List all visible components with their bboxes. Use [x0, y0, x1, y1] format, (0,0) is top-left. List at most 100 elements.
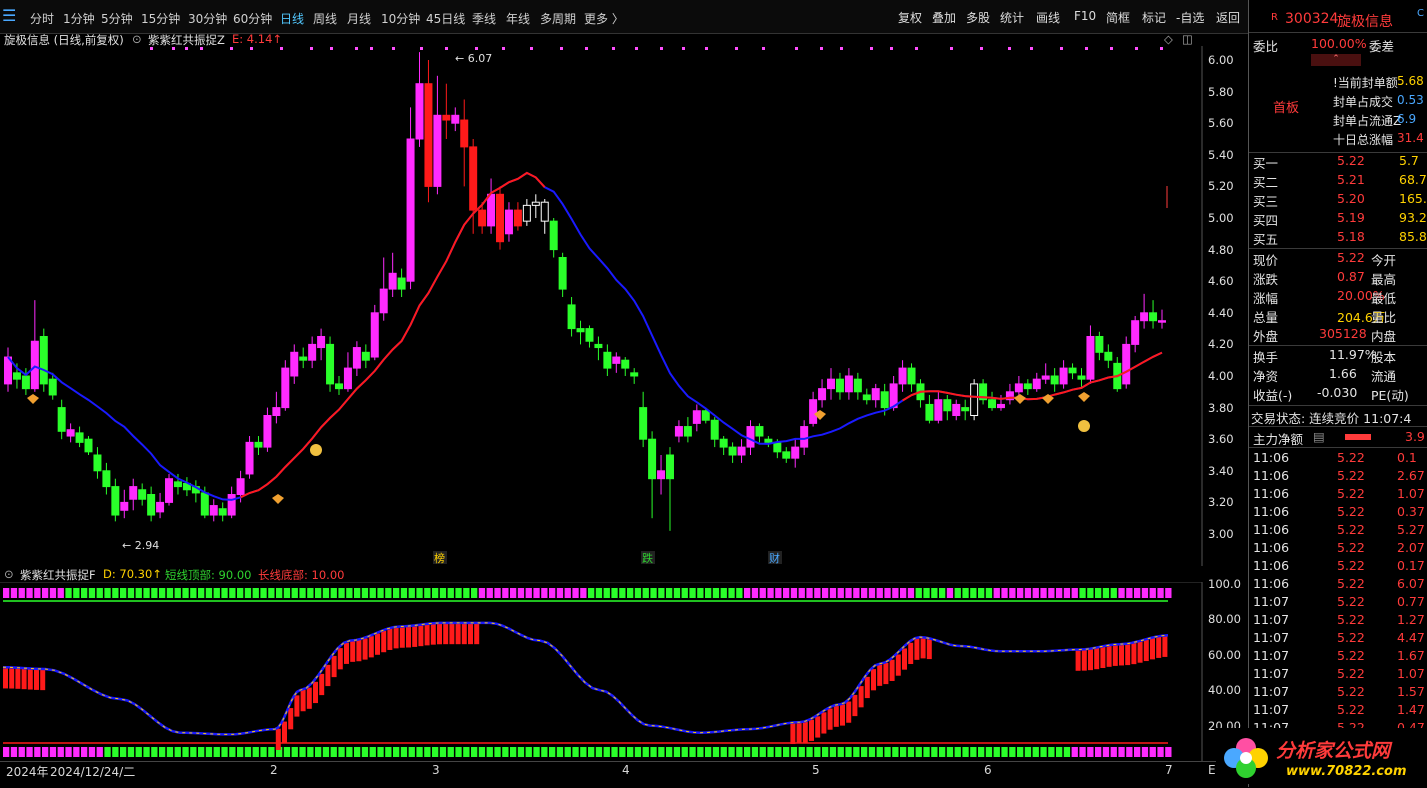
tab-period-12[interactable]: 年线 — [506, 10, 530, 27]
indicator-toggle-icon[interactable]: ⊙ — [4, 567, 14, 581]
osc-bar — [902, 648, 907, 670]
strip-bottom-cell — [705, 747, 712, 757]
signal-dot — [200, 47, 203, 50]
tool-button-0[interactable]: 复权 — [898, 9, 922, 26]
candle-body — [576, 328, 585, 333]
tab-period-11[interactable]: 季线 — [472, 10, 496, 27]
osc-bar — [21, 667, 27, 690]
strip-top-cell — [790, 588, 798, 598]
strip-top-cell — [104, 588, 111, 598]
oscillator-line — [2, 621, 1169, 736]
window-toggle-icon[interactable]: ◫ — [1182, 32, 1193, 46]
tab-period-13[interactable]: 多周期 — [540, 10, 576, 27]
tool-button-4[interactable]: 画线 — [1036, 9, 1060, 26]
tick-time: 11:06 — [1253, 576, 1290, 591]
strip-bottom-cell — [1024, 747, 1032, 757]
strip-top-cell — [915, 588, 922, 598]
price-tick: 3.60 — [1208, 432, 1234, 447]
stat-label: 现价 — [1253, 253, 1279, 268]
tab-period-7[interactable]: 周线 — [313, 10, 337, 27]
tab-period-0[interactable]: 分时 — [30, 10, 54, 27]
strip-top-cell — [876, 588, 883, 598]
tab-period-14[interactable]: 更多 〉 — [584, 10, 624, 27]
candle-body — [478, 209, 487, 227]
strip-top-cell — [127, 588, 135, 598]
strip-bottom-cell — [517, 747, 525, 757]
collapse-chevron-icon[interactable]: ⌃ — [1311, 54, 1361, 66]
strip-bottom-cell — [57, 747, 64, 757]
indicator-panel-name[interactable]: 紫紫红共振捉F — [20, 567, 96, 583]
tab-period-9[interactable]: 10分钟 — [381, 10, 420, 27]
strip-bottom-cell — [728, 747, 735, 757]
tool-button-3[interactable]: 统计 — [1000, 9, 1024, 26]
strip-bottom-cell — [229, 747, 236, 757]
indicator-chart[interactable]: 100.0 80.00 60.00 40.00 20.00 — [0, 577, 1246, 761]
strip-top-cell — [1017, 588, 1024, 598]
tab-period-1[interactable]: 1分钟 — [63, 10, 95, 27]
strip-top-cell — [494, 588, 501, 598]
strip-top-cell — [892, 588, 899, 598]
tick-time: 11:06 — [1253, 522, 1290, 537]
strip-top-cell — [369, 588, 376, 598]
diamond-icon[interactable]: ◇ — [1164, 32, 1173, 46]
tool-button-5[interactable]: F10 — [1074, 9, 1096, 23]
tick-price: 5.22 — [1337, 540, 1365, 555]
tab-period-4[interactable]: 30分钟 — [188, 10, 227, 27]
strip-bottom-cell — [478, 747, 486, 757]
tab-period-5[interactable]: 60分钟 — [233, 10, 272, 27]
strip-bottom-cell — [783, 747, 790, 757]
candle-body — [630, 372, 639, 377]
tool-button-8[interactable]: -自选 — [1176, 9, 1204, 26]
strip-top-cell — [135, 588, 142, 598]
tab-period-8[interactable]: 月线 — [347, 10, 371, 27]
candle-body — [218, 508, 227, 516]
app-menu-icon[interactable]: ☰ — [2, 6, 16, 25]
tool-button-6[interactable]: 简框 — [1106, 9, 1130, 26]
candle-body — [209, 505, 218, 516]
candle-body — [326, 343, 335, 385]
tick-volume: 1.57 — [1397, 684, 1425, 699]
strip-top-cell — [946, 588, 954, 598]
osc-bar — [908, 642, 914, 665]
strip-bottom-cell — [822, 747, 829, 757]
strip-bottom-cell — [190, 747, 197, 757]
strip-top-cell — [619, 588, 626, 598]
osc-bar — [325, 664, 331, 687]
strip-top-cell — [1009, 588, 1016, 598]
price-tick: 6.00 — [1208, 53, 1234, 67]
tab-period-6[interactable]: 日线 — [280, 10, 304, 27]
candle-body — [1023, 383, 1032, 390]
tab-period-10[interactable]: 45日线 — [426, 10, 465, 27]
stat-label-2: 内盘 — [1371, 329, 1397, 344]
strip-bottom-cell — [580, 747, 587, 757]
tick-volume: 1.67 — [1397, 648, 1425, 663]
indicator-toggle-icon[interactable]: ⊙ — [132, 32, 142, 46]
signal-dot — [172, 47, 175, 50]
strip-bottom-cell — [486, 747, 493, 757]
tool-button-1[interactable]: 叠加 — [932, 9, 956, 26]
tab-period-2[interactable]: 5分钟 — [101, 10, 133, 27]
main-flow-icon[interactable]: ▤ — [1313, 429, 1325, 444]
strip-bottom-cell — [1126, 747, 1133, 757]
tool-button-7[interactable]: 标记 — [1142, 9, 1166, 26]
candle-body — [442, 114, 451, 121]
strip-bottom-cell — [377, 747, 384, 757]
candle-body — [308, 343, 317, 361]
tick-time: 11:06 — [1253, 450, 1290, 465]
tool-button-2[interactable]: 多股 — [966, 9, 990, 26]
strip-top-cell — [73, 588, 80, 598]
strip-top-cell — [1134, 588, 1141, 598]
strip-top-cell — [1165, 588, 1172, 598]
candlestick-chart[interactable]: ← 6.07 ← 2.94 榜 跌 财 6.00 5.80 5.60 5.40 5.20 5.00… — [0, 46, 1246, 566]
tool-button-9[interactable]: 返回 — [1216, 9, 1240, 26]
strip-top-cell — [268, 588, 275, 598]
osc-bar — [864, 676, 870, 699]
strip-bottom-cell — [361, 747, 369, 757]
strip-bottom-cell — [541, 747, 548, 757]
tick-volume: 1.47 — [1397, 702, 1425, 717]
strip-top-cell — [1087, 588, 1094, 598]
tab-period-3[interactable]: 15分钟 — [141, 10, 180, 27]
watermark-logo: 分析家公式网 www.70822.com — [1216, 728, 1424, 784]
signal-dot — [980, 47, 983, 50]
osc-bar — [461, 622, 467, 645]
